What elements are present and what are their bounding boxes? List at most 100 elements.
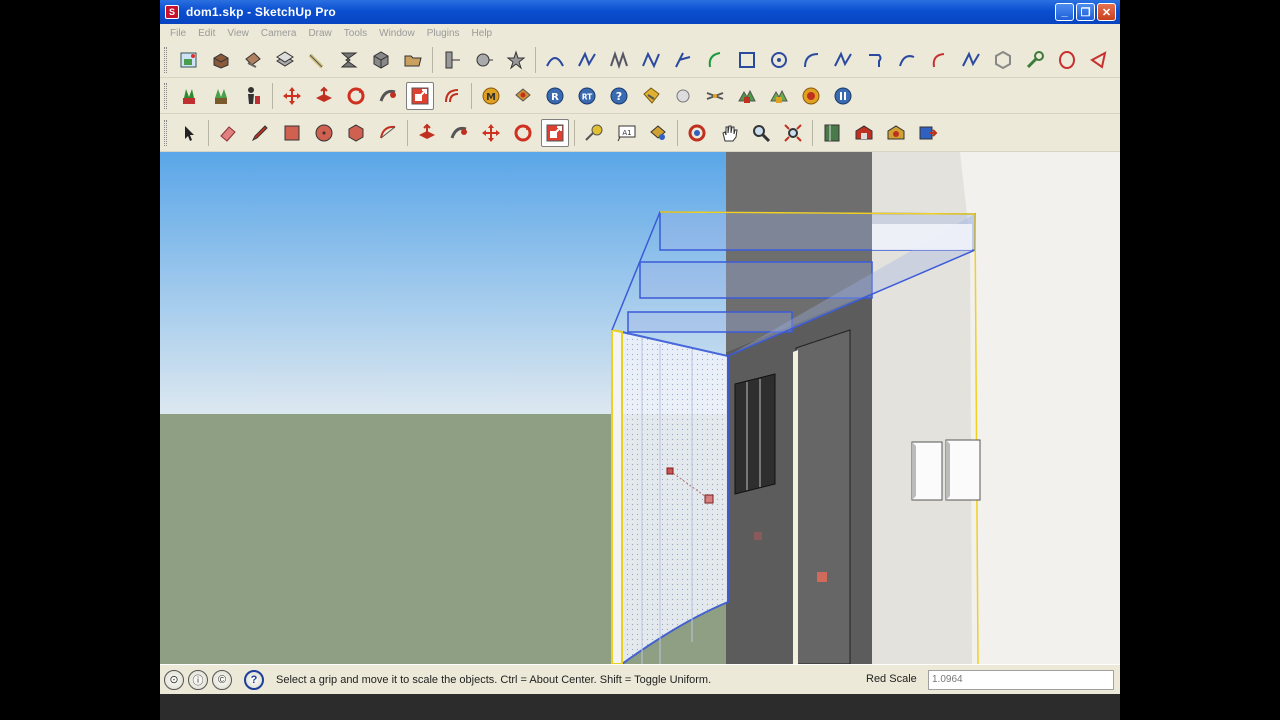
follow-me-button[interactable] [374,82,402,110]
maximize-button[interactable]: ❐ [1076,3,1095,21]
scale-grip[interactable] [754,532,762,540]
plant-button[interactable] [175,82,203,110]
send-button[interactable] [914,119,942,147]
section-plane-icon [445,51,460,68]
r-button[interactable]: R [541,82,569,110]
arc-tool-button[interactable] [374,119,402,147]
extrude-button[interactable] [335,46,363,74]
rt-button[interactable]: RT [573,82,601,110]
push-button[interactable] [310,82,338,110]
line-button[interactable] [957,46,985,74]
scale-tool-button[interactable] [541,118,569,147]
push-pull-button[interactable] [271,46,299,74]
bezier-arc-button[interactable] [541,46,569,74]
menu-window[interactable]: Window [373,28,421,39]
component-button[interactable] [207,46,235,74]
move-button[interactable] [278,82,306,110]
text-tool-button[interactable]: A1 [612,119,640,147]
scale-button[interactable] [406,81,434,110]
arc-button[interactable] [701,46,729,74]
toolbar-grip[interactable] [164,119,167,146]
shape-button[interactable] [1085,46,1113,74]
menu-file[interactable]: File [164,28,192,39]
rectangle-shape-button[interactable] [733,46,761,74]
spline-button[interactable] [669,46,697,74]
credits-icon[interactable]: ⓘ [188,669,208,690]
measurements-box[interactable]: 1.0964 [928,670,1114,690]
move-tool-button[interactable] [477,119,505,147]
pause-button[interactable] [829,82,857,110]
orbit-tool-button[interactable] [683,119,711,147]
components-button[interactable] [882,119,910,147]
hook-button[interactable] [861,46,889,74]
walk-tool-button[interactable] [818,119,846,147]
paint-bucket-button[interactable] [239,46,267,74]
menu-draw[interactable]: Draw [302,28,337,39]
connect-button[interactable] [701,82,729,110]
toolbar-row-1 [160,42,1120,78]
menu-camera[interactable]: Camera [255,28,303,39]
eraser-tool-button[interactable] [214,119,242,147]
arc-2-button[interactable] [797,46,825,74]
follow-me-tool-button[interactable] [445,119,473,147]
tag-button[interactable] [637,82,665,110]
landscape-2-button[interactable] [765,82,793,110]
gear-button[interactable] [509,82,537,110]
tape-measure-button[interactable] [303,46,331,74]
curve-button[interactable] [573,46,601,74]
target-button[interactable] [797,82,825,110]
menu-edit[interactable]: Edit [192,28,221,39]
zigzag-button[interactable] [829,46,857,74]
landscape-button[interactable] [733,82,761,110]
menu-tools[interactable]: Tools [338,28,373,39]
zoom-extents-tool-button[interactable] [779,119,807,147]
geo-location-icon[interactable]: ⊙ [164,669,184,690]
sphere-button[interactable] [470,46,498,74]
freehand-button[interactable] [605,46,633,74]
circle-tool-button[interactable] [310,119,338,147]
polygon-tool-button[interactable] [342,119,370,147]
box-button[interactable] [367,46,395,74]
menu-plugins[interactable]: Plugins [421,28,466,39]
push-pull-tool-button[interactable] [413,119,441,147]
polygon-shape-button[interactable] [989,46,1017,74]
zoom-tool-button[interactable] [747,119,775,147]
rotate-tool-button[interactable] [509,119,537,147]
curve-2-button[interactable] [893,46,921,74]
wrench-icon [1026,50,1044,68]
section-plane-button[interactable] [438,46,466,74]
star-button[interactable] [502,46,530,74]
paint-tool-button[interactable] [644,119,672,147]
select-tool-button[interactable] [175,119,203,147]
warehouse-button[interactable] [850,119,878,147]
ellipse-button[interactable] [1053,46,1081,74]
license-icon[interactable]: © [212,669,232,690]
scale-grip[interactable] [817,572,827,582]
pencil-tool-button[interactable] [246,119,274,147]
figure-button[interactable] [239,82,267,110]
menu-help[interactable]: Help [466,28,499,39]
circle-shape-button[interactable] [765,46,793,74]
offset-button[interactable] [438,82,466,110]
wrench-button[interactable] [1021,46,1049,74]
tree-button[interactable] [207,82,235,110]
help-tool-button[interactable]: ? [605,82,633,110]
toolbar-grip[interactable] [164,82,167,109]
close-button[interactable]: ✕ [1097,3,1116,21]
sphere-2-button[interactable] [669,82,697,110]
menu-view[interactable]: View [221,28,255,39]
rotate-button[interactable] [342,82,370,110]
m-button[interactable]: M [477,82,505,110]
model-viewport[interactable] [160,152,1120,664]
polyline-button[interactable] [637,46,665,74]
help-icon[interactable]: ? [244,669,264,690]
window-controls: _ ❐ ✕ [1055,3,1116,21]
minimize-button[interactable]: _ [1055,3,1074,21]
tape-measure-tool-button[interactable] [580,119,608,147]
rectangle-tool-button[interactable] [278,119,306,147]
pan-tool-button[interactable] [715,119,743,147]
arc-3-button[interactable] [925,46,953,74]
toolbar-grip[interactable] [164,46,167,73]
get-photo-texture-button[interactable] [175,46,203,74]
open-folder-button[interactable] [399,46,427,74]
